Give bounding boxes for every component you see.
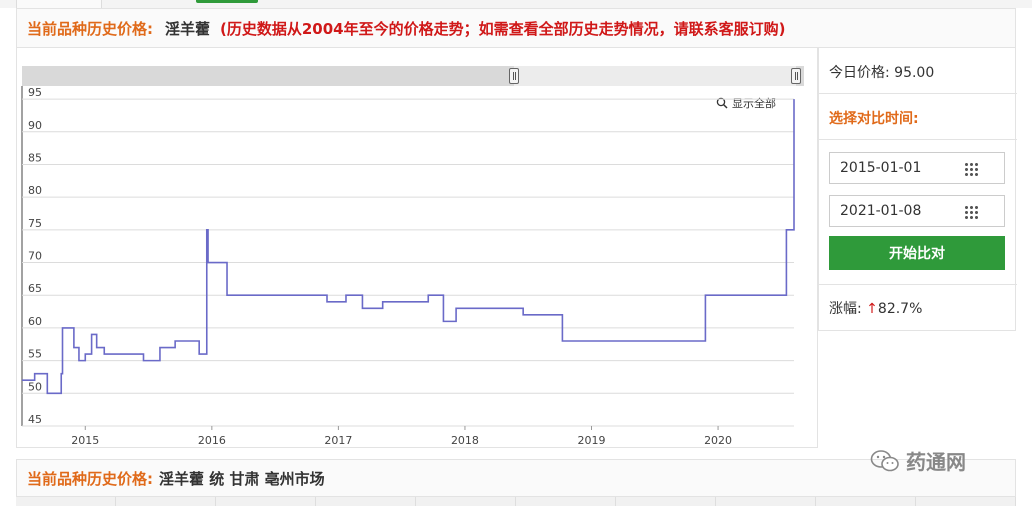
start-date-value: 2015-01-01 — [840, 160, 922, 176]
y-tick-label: 70 — [28, 250, 42, 263]
calendar-icon[interactable] — [964, 205, 978, 219]
sub-header-label: 当前品种历史价格: — [27, 469, 153, 488]
y-tick-label: 60 — [28, 315, 42, 328]
y-tick-label: 65 — [28, 282, 42, 295]
range-navigator[interactable] — [22, 66, 804, 86]
tab-placeholder[interactable] — [16, 0, 102, 8]
today-price-value: 95.00 — [894, 65, 935, 81]
y-tick-label: 85 — [28, 151, 42, 164]
y-tick-label: 80 — [28, 184, 42, 197]
x-tick-label: 2019 — [578, 434, 606, 447]
end-date-field[interactable]: 2021-01-08 — [829, 195, 1005, 227]
navigator-right-handle[interactable] — [791, 68, 801, 84]
active-tab-indicator — [196, 0, 258, 3]
price-series-line — [22, 99, 795, 395]
compare-time-label: 选择对比时间: — [819, 94, 1017, 140]
today-price-row: 今日价格: 95.00 — [819, 48, 1017, 94]
navigator-selection[interactable] — [514, 66, 796, 86]
product-name: 淫羊藿 — [165, 19, 211, 38]
calendar-icon[interactable] — [964, 162, 978, 176]
change-label: 涨幅: — [829, 301, 862, 317]
today-price-label: 今日价格: — [829, 65, 890, 81]
change-row: 涨幅: ↑82.7% — [819, 284, 1017, 331]
price-history-header: 当前品种历史价格: 淫羊藿 (历史数据从2004年至今的价格走势；如需查看全部历… — [16, 8, 1016, 48]
up-arrow-icon: ↑ — [866, 301, 878, 317]
x-tick-label: 2017 — [324, 434, 352, 447]
y-tick-label: 75 — [28, 217, 42, 230]
market-price-header: 当前品种历史价格: 淫羊藿 统 甘肃 亳州市场 — [16, 459, 1016, 497]
start-date-field[interactable]: 2015-01-01 — [829, 152, 1005, 184]
top-tab-strip — [0, 0, 1032, 8]
end-date-value: 2021-01-08 — [840, 203, 922, 219]
table-header-strip — [16, 497, 1016, 506]
x-tick-label: 2015 — [71, 434, 99, 447]
history-note: (历史数据从2004年至今的价格走势；如需查看全部历史走势情况，请联系客服订购) — [220, 19, 786, 38]
x-tick-label: 2016 — [198, 434, 226, 447]
wechat-icon — [870, 449, 899, 471]
side-panel: 今日价格: 95.00 选择对比时间: 2015-01-01 2021-01-0… — [818, 48, 1017, 331]
change-value: 82.7% — [877, 301, 923, 317]
y-tick-label: 95 — [28, 86, 42, 99]
x-tick-label: 2020 — [704, 434, 732, 447]
market-product-name: 淫羊藿 统 甘肃 亳州市场 — [159, 469, 325, 488]
y-tick-label: 55 — [28, 348, 42, 361]
y-tick-label: 50 — [28, 380, 42, 393]
x-tick-label: 2018 — [451, 434, 479, 447]
watermark-text: 药通网 — [906, 450, 966, 474]
y-tick-label: 90 — [28, 119, 42, 132]
price-line-chart: 45 50 55 60 65 70 75 80 85 90 95 2015 2016 2017 2018 20… — [21, 86, 795, 447]
navigator-left-handle[interactable] — [509, 68, 519, 84]
header-label: 当前品种历史价格: — [27, 19, 153, 38]
y-tick-label: 45 — [28, 413, 42, 426]
start-compare-button[interactable]: 开始比对 — [829, 236, 1005, 270]
watermark: 药通网 — [870, 446, 966, 475]
